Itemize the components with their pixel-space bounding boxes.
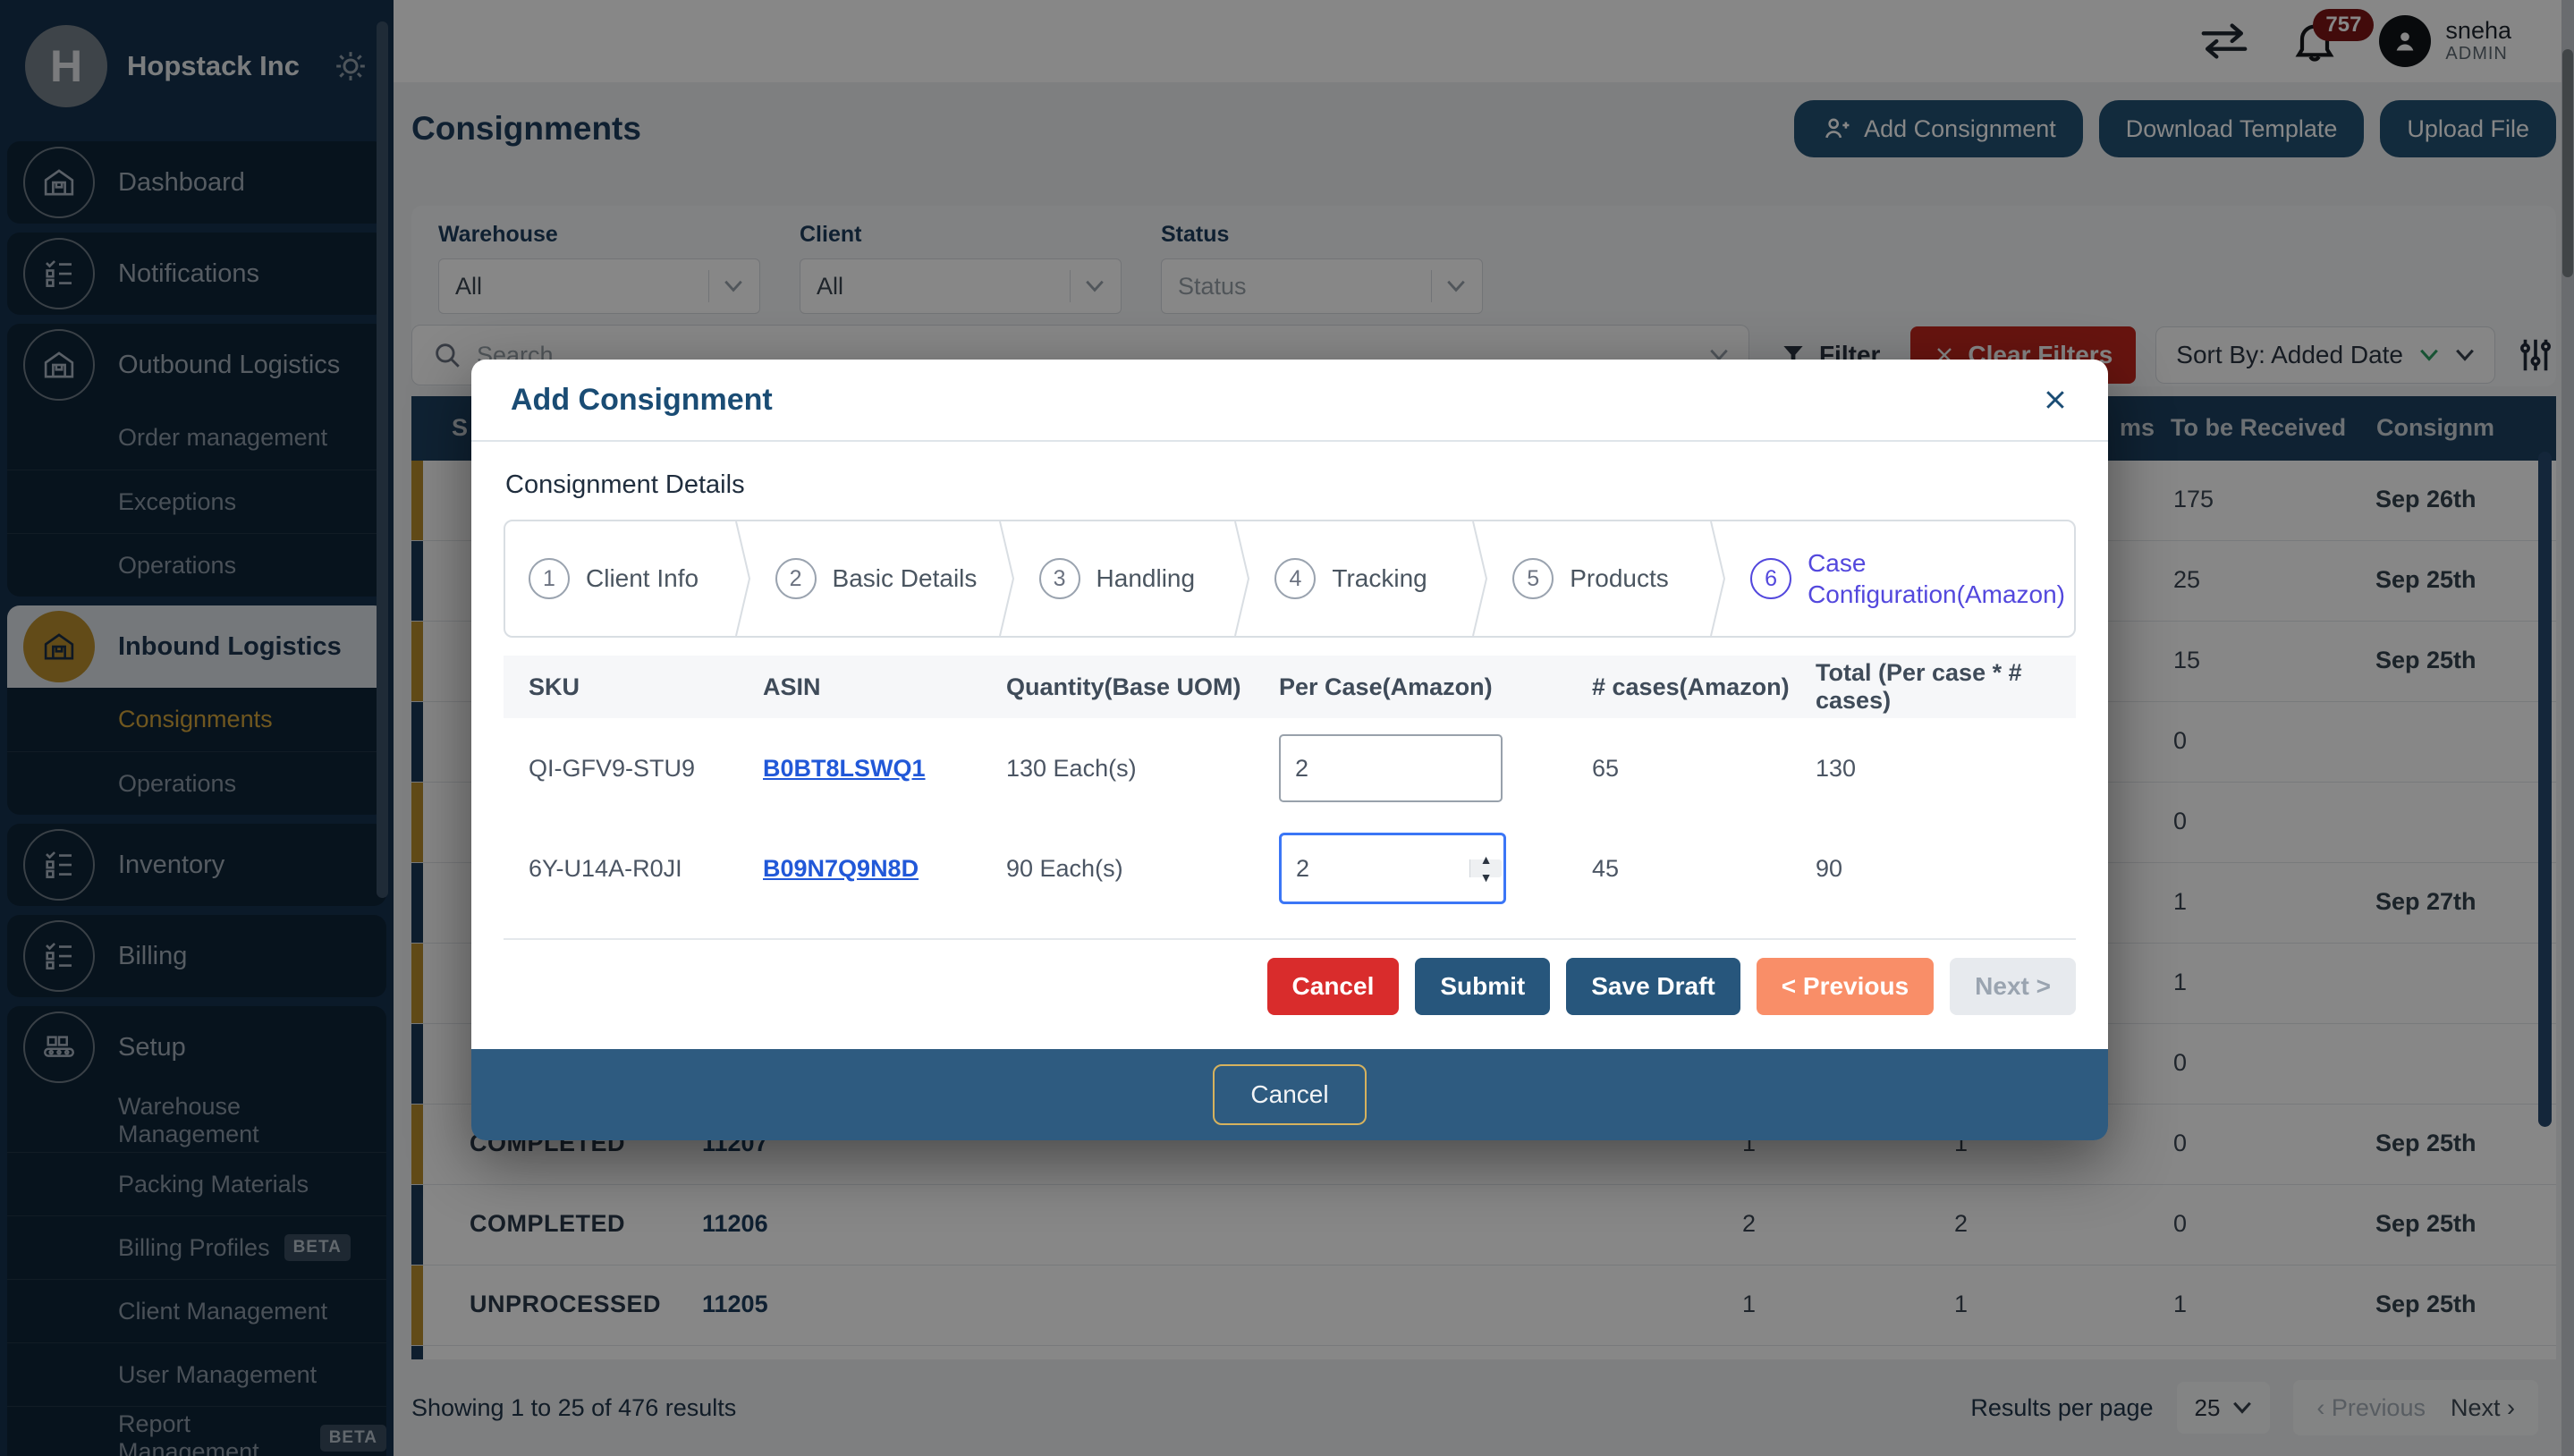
save-draft-button[interactable]: Save Draft — [1566, 958, 1740, 1015]
previous-step-button[interactable]: < Previous — [1757, 958, 1934, 1015]
close-icon[interactable] — [2042, 386, 2069, 413]
per-case-input[interactable] — [1279, 734, 1503, 802]
step-separator — [1709, 521, 1727, 636]
modal-title: Add Consignment — [511, 383, 773, 418]
row-sku: QI-GFV9-STU9 — [504, 755, 738, 783]
cancel-button[interactable]: Cancel — [1267, 958, 1400, 1015]
submit-button[interactable]: Submit — [1415, 958, 1550, 1015]
step-number: 1 — [529, 558, 570, 599]
step-separator — [1471, 521, 1489, 636]
modal-header: Add Consignment — [471, 360, 2108, 442]
app-window: H Hopstack Inc Dashboard Notifications O… — [0, 0, 2574, 1456]
col-sku: SKU — [504, 673, 738, 701]
next-step-button[interactable]: Next > — [1950, 958, 2076, 1015]
modal-section-title: Consignment Details — [505, 470, 2076, 500]
case-table-header: SKU ASIN Quantity(Base UOM) Per Case(Ama… — [504, 656, 2076, 718]
footer-cancel-button[interactable]: Cancel — [1213, 1064, 1366, 1125]
step-number: 5 — [1512, 558, 1554, 599]
step-basic-details[interactable]: 2 Basic Details — [752, 521, 998, 636]
asin-link[interactable]: B09N7Q9N8D — [763, 855, 919, 882]
modal-footer-band: Cancel — [471, 1049, 2108, 1140]
step-label: Client Info — [586, 564, 699, 593]
col-total: Total (Per case * # cases) — [1791, 659, 2076, 715]
row-cases: 65 — [1567, 755, 1791, 783]
col-per-case: Per Case(Amazon) — [1254, 673, 1567, 701]
step-separator — [1233, 521, 1251, 636]
col-cases: # cases(Amazon) — [1567, 673, 1791, 701]
row-quantity: 90 Each(s) — [981, 855, 1254, 883]
row-quantity: 130 Each(s) — [981, 755, 1254, 783]
step-separator — [734, 521, 752, 636]
divider — [504, 938, 2076, 940]
stepper-down-icon[interactable]: ▼ — [1480, 870, 1493, 885]
step-number: 6 — [1750, 558, 1791, 599]
step-label: Handling — [1096, 564, 1196, 593]
step-label: Case Configuration(Amazon) — [1808, 547, 2065, 610]
step-number: 4 — [1274, 558, 1316, 599]
row-sku: 6Y-U14A-R0JI — [504, 855, 738, 883]
number-stepper[interactable]: ▲▼ — [1469, 859, 1502, 877]
wizard-steps: 1 Client Info 2 Basic Details 3 Handling — [504, 520, 2076, 638]
col-quantity: Quantity(Base UOM) — [981, 673, 1254, 701]
step-handling[interactable]: 3 Handling — [1016, 521, 1234, 636]
row-cases: 45 — [1567, 855, 1791, 883]
case-configuration-table: SKU ASIN Quantity(Base UOM) Per Case(Ama… — [504, 656, 2076, 918]
step-separator — [998, 521, 1016, 636]
add-consignment-modal: Add Consignment Consignment Details 1 Cl… — [471, 360, 2108, 1140]
step-label: Tracking — [1332, 564, 1427, 593]
step-tracking[interactable]: 4 Tracking — [1251, 521, 1471, 636]
step-products[interactable]: 5 Products — [1489, 521, 1709, 636]
row-total: 130 — [1791, 755, 2076, 783]
step-case-configuration[interactable]: 6 Case Configuration(Amazon) — [1727, 521, 2074, 636]
row-total: 90 — [1791, 855, 2076, 883]
step-number: 2 — [775, 558, 817, 599]
case-table-row: 6Y-U14A-R0JI B09N7Q9N8D 90 Each(s) ▲▼ 45… — [504, 818, 2076, 918]
step-label: Basic Details — [833, 564, 978, 593]
step-number: 3 — [1039, 558, 1080, 599]
stepper-up-icon[interactable]: ▲ — [1480, 852, 1493, 867]
asin-link[interactable]: B0BT8LSWQ1 — [763, 755, 926, 782]
case-table-row: QI-GFV9-STU9 B0BT8LSWQ1 130 Each(s) 65 1… — [504, 718, 2076, 818]
step-label: Products — [1570, 564, 1669, 593]
step-client-info[interactable]: 1 Client Info — [505, 521, 734, 636]
col-asin: ASIN — [738, 673, 981, 701]
modal-actions: Cancel Submit Save Draft < Previous Next… — [504, 958, 2076, 1033]
